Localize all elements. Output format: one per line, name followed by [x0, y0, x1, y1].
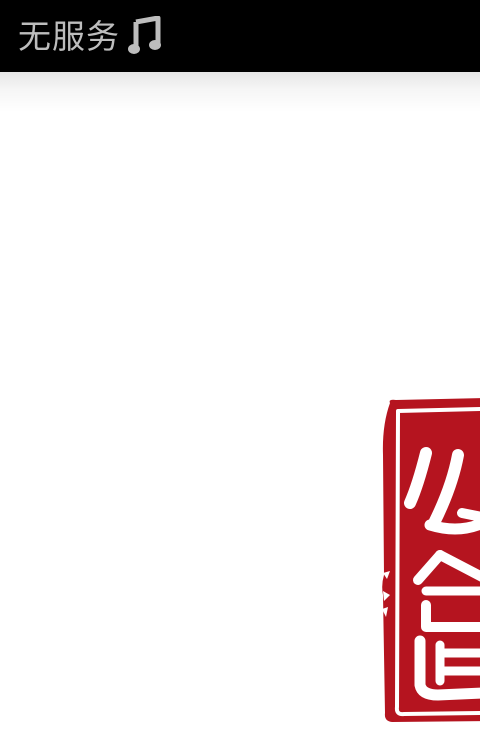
status-bar-shadow: [0, 72, 480, 112]
status-bar: 无服务: [0, 0, 480, 72]
music-note-icon: [128, 15, 162, 56]
seal-logo: [378, 395, 480, 725]
splash-screen: 无服务: [0, 0, 480, 745]
carrier-status-text: 无服务: [18, 16, 120, 56]
